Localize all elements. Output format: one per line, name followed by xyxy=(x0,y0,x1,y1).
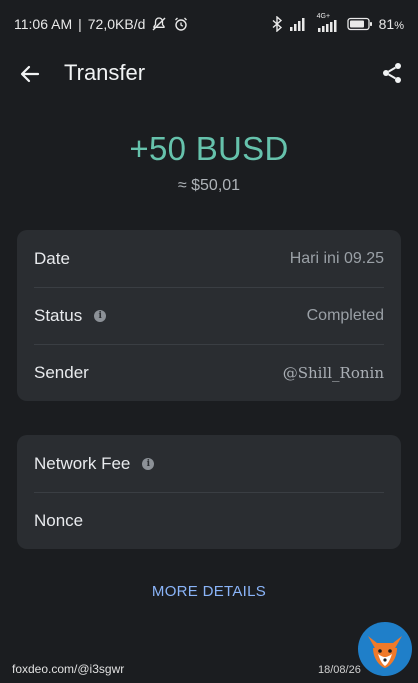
status-bar: 11:06 AM | 72,0KB/d 4G+ 81% xyxy=(0,0,418,48)
status-label-group: Status i xyxy=(34,305,107,326)
alarm-icon xyxy=(173,16,189,32)
date-value: Hari ini 09.25 xyxy=(289,249,384,267)
battery-icon xyxy=(346,17,373,31)
network-speed: 72,0KB/d xyxy=(87,16,146,32)
sender-value[interactable]: @Shill_Ronin xyxy=(283,364,384,382)
bluetooth-icon xyxy=(271,16,283,32)
watermark-source: foxdeo.com/@i3sgwr xyxy=(12,662,125,676)
mute-icon xyxy=(151,16,167,32)
nonce-label: Nonce xyxy=(34,510,84,530)
nonce-row: Nonce xyxy=(17,492,401,549)
sender-label: Sender xyxy=(34,362,89,382)
watermark-date: 18/08/26 xyxy=(318,664,361,676)
network-type-label: 4G+ xyxy=(316,13,331,20)
status-separator: | xyxy=(78,16,82,32)
network-fee-label-group: Network Fee i xyxy=(34,453,155,474)
network-fee-label: Network Fee xyxy=(34,453,131,473)
share-button[interactable] xyxy=(380,61,404,85)
details-card: Date Hari ini 09.25 Status i Completed S… xyxy=(17,230,401,401)
more-details-button[interactable]: MORE DETAILS xyxy=(0,583,418,600)
fiat-equivalent: ≈ $50,01 xyxy=(177,177,241,194)
date-label: Date xyxy=(34,248,70,268)
info-icon[interactable]: i xyxy=(94,309,107,322)
info-icon[interactable]: i xyxy=(142,457,155,470)
battery-level: 81% xyxy=(378,16,404,32)
status-row: Status i Completed xyxy=(17,287,401,344)
status-value: Completed xyxy=(306,306,384,324)
back-button[interactable] xyxy=(18,62,42,86)
status-label: Status xyxy=(34,305,83,325)
date-row: Date Hari ini 09.25 xyxy=(17,230,401,287)
fox-logo-icon xyxy=(356,620,414,678)
app-bar: Transfer xyxy=(0,48,418,100)
status-bar-right: 4G+ 81% xyxy=(271,13,404,32)
fees-card: Network Fee i Nonce xyxy=(17,435,401,549)
signal-icon xyxy=(289,17,309,31)
back-arrow-icon xyxy=(20,65,40,83)
transfer-amount: +50 BUSD xyxy=(129,130,289,167)
page-title: Transfer xyxy=(64,60,146,85)
share-icon xyxy=(383,63,401,83)
status-bar-left: 11:06 AM | 72,0KB/d xyxy=(14,16,189,32)
network-fee-row: Network Fee i xyxy=(17,435,401,492)
sender-row[interactable]: Sender @Shill_Ronin xyxy=(17,344,401,401)
signal-4g-icon: 4G+ xyxy=(315,13,341,32)
clock-time: 11:06 AM xyxy=(14,16,73,32)
